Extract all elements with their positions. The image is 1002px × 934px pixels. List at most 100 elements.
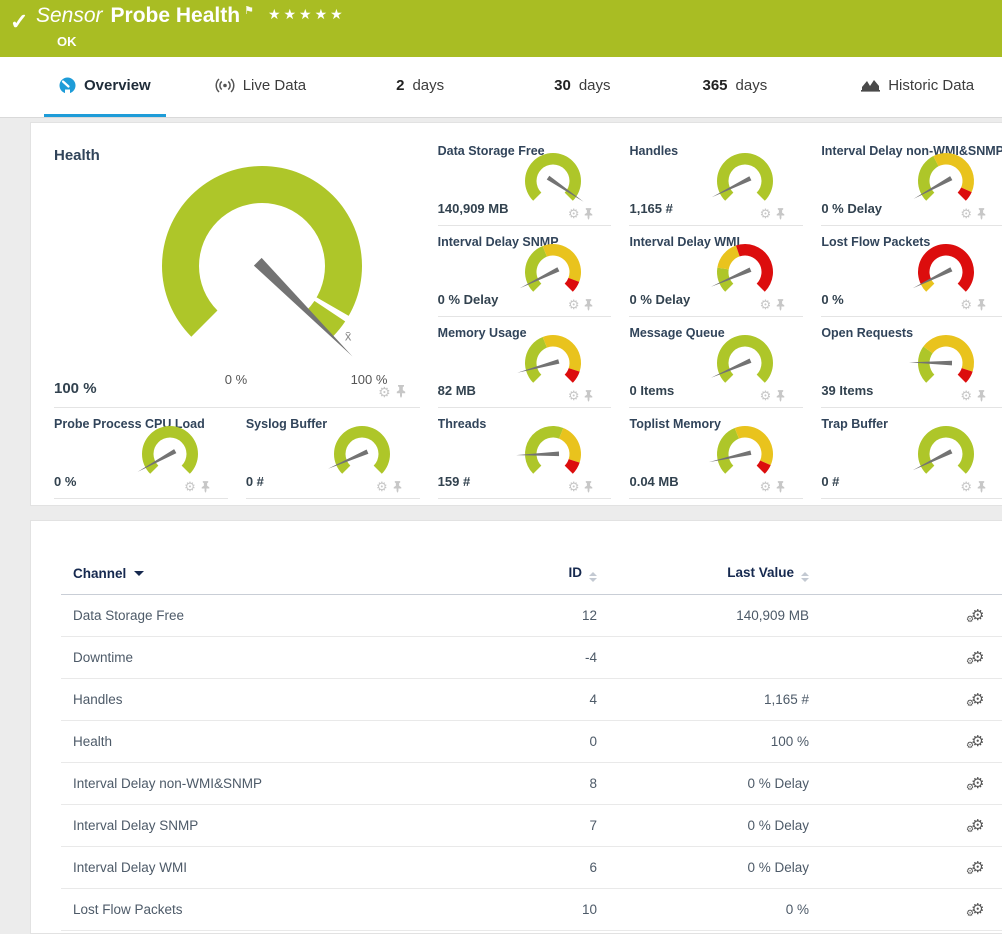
pin-icon[interactable] (977, 481, 986, 493)
cell-last-value: 100 % (597, 721, 809, 763)
gauge-dial (894, 418, 990, 488)
sensor-kind-label: Sensor (36, 4, 103, 27)
gear-icon[interactable]: ⚙ (568, 207, 580, 220)
table-row[interactable]: Interval Delay non-WMI&SNMP80 % Delay⚙⚙ (61, 763, 1002, 805)
gear-icon[interactable]: ⚙ (568, 389, 580, 402)
gauge-toplist-memory[interactable]: Toplist Memory0.04 MB⚙ (629, 408, 803, 499)
gauge-value: 100 % (54, 380, 97, 397)
gear-icon[interactable]: ⚙ (184, 480, 196, 493)
gauge-interval-delay-wmi[interactable]: Interval Delay WMI0 % Delay⚙ (629, 226, 803, 317)
tab-live-data[interactable]: Live Data (200, 57, 321, 117)
channel-settings-icon[interactable]: ⚙⚙ (971, 900, 984, 918)
gauge-open-requests[interactable]: Open Requests39 Items⚙ (821, 317, 1002, 408)
gear-icon[interactable]: ⚙ (760, 207, 772, 220)
sort-icon (801, 572, 809, 582)
gauge-probe-process-cpu-load[interactable]: Probe Process CPU Load0 %⚙ (54, 408, 228, 499)
cell-channel[interactable]: Lost Flow Packets (61, 889, 493, 931)
channel-settings-icon[interactable]: ⚙⚙ (971, 690, 984, 708)
pin-icon[interactable] (584, 390, 593, 402)
column-header-last-value[interactable]: Last Value (597, 555, 809, 595)
table-row[interactable]: Interval Delay SNMP70 % Delay⚙⚙ (61, 805, 1002, 847)
flag-icon[interactable]: ⚑ (244, 5, 254, 17)
cell-channel[interactable]: Interval Delay WMI (61, 847, 493, 889)
gear-icon[interactable]: ⚙ (960, 480, 972, 493)
tab-historic-data[interactable]: Historic Data (846, 57, 989, 117)
cell-channel[interactable]: Interval Delay non-WMI&SNMP (61, 763, 493, 805)
cell-channel[interactable]: Handles (61, 679, 493, 721)
gear-icon[interactable]: ⚙ (960, 389, 972, 402)
gauge-dial (693, 145, 789, 215)
cell-channel[interactable]: Downtime (61, 637, 493, 679)
gear-icon[interactable]: ⚙ (568, 480, 580, 493)
table-row[interactable]: Health0100 %⚙⚙ (61, 721, 1002, 763)
check-icon: ✓ (10, 9, 28, 35)
pin-icon[interactable] (584, 208, 593, 220)
column-header-id[interactable]: ID (493, 555, 597, 595)
gauge-value: 39 Items (821, 383, 873, 398)
cell-actions: ⚙⚙ (809, 595, 1002, 637)
channel-settings-icon[interactable]: ⚙⚙ (971, 858, 984, 876)
pin-icon[interactable] (977, 208, 986, 220)
gauge-message-queue[interactable]: Message Queue0 Items⚙ (629, 317, 803, 408)
pin-icon[interactable] (393, 481, 402, 493)
pin-icon[interactable] (776, 299, 785, 311)
cell-id: 7 (493, 805, 597, 847)
tab-label: Historic Data (888, 77, 974, 94)
table-row[interactable]: Downtime-4⚙⚙ (61, 637, 1002, 679)
gear-icon[interactable]: ⚙ (960, 298, 972, 311)
tab-2-days[interactable]: 2days (381, 57, 459, 117)
table-row[interactable]: Data Storage Free12140,909 MB⚙⚙ (61, 595, 1002, 637)
pin-icon[interactable] (201, 481, 210, 493)
channel-settings-icon[interactable]: ⚙⚙ (971, 732, 984, 750)
cell-actions: ⚙⚙ (809, 763, 1002, 805)
tab-overview[interactable]: Overview (44, 57, 166, 117)
cell-channel[interactable]: Health (61, 721, 493, 763)
cell-channel[interactable]: Interval Delay SNMP (61, 805, 493, 847)
gear-icon[interactable]: ⚙ (378, 385, 391, 399)
gauge-lost-flow-packets[interactable]: Lost Flow Packets0 %⚙ (821, 226, 1002, 317)
star-rating-icon[interactable]: ★★★★★ (268, 6, 346, 22)
gear-icon[interactable]: ⚙ (376, 480, 388, 493)
health-gauge[interactable]: Health x̄ 0 % 100 % 100 % ⚙ (54, 135, 420, 408)
tab-365-days[interactable]: 365days (688, 57, 783, 117)
channel-settings-icon[interactable]: ⚙⚙ (971, 648, 984, 666)
pin-icon[interactable] (776, 208, 785, 220)
gauge-trap-buffer[interactable]: Trap Buffer0 #⚙ (821, 408, 1002, 499)
tab-30-days[interactable]: 30days (539, 57, 625, 117)
channel-settings-icon[interactable]: ⚙⚙ (971, 606, 984, 624)
gear-icon[interactable]: ⚙ (760, 389, 772, 402)
gauge-dial (501, 327, 597, 397)
gauge-syslog-buffer[interactable]: Syslog Buffer0 #⚙ (246, 408, 420, 499)
pin-icon[interactable] (776, 390, 785, 402)
pin-icon[interactable] (584, 299, 593, 311)
gauge-value: 0 % (821, 292, 843, 307)
cell-id: 6 (493, 847, 597, 889)
gauge-handles[interactable]: Handles1,165 #⚙ (629, 135, 803, 226)
health-gauge-dial: x̄ (62, 151, 432, 373)
cell-last-value: 0 % (597, 889, 809, 931)
table-row[interactable]: Handles41,165 #⚙⚙ (61, 679, 1002, 721)
table-row[interactable]: Interval Delay WMI60 % Delay⚙⚙ (61, 847, 1002, 889)
channel-settings-icon[interactable]: ⚙⚙ (971, 816, 984, 834)
pin-icon[interactable] (396, 385, 406, 398)
gear-icon[interactable]: ⚙ (760, 298, 772, 311)
gear-icon[interactable]: ⚙ (960, 207, 972, 220)
cell-channel[interactable]: Data Storage Free (61, 595, 493, 637)
gauge-value: 0 % (54, 474, 76, 489)
pin-icon[interactable] (977, 390, 986, 402)
gear-icon[interactable]: ⚙ (760, 480, 772, 493)
gauge-value: 0 % Delay (438, 292, 499, 307)
gauge-memory-usage[interactable]: Memory Usage82 MB⚙ (438, 317, 612, 408)
gauge-data-storage-free[interactable]: Data Storage Free140,909 MB⚙ (438, 135, 612, 226)
table-row[interactable]: Lost Flow Packets100 %⚙⚙ (61, 889, 1002, 931)
column-header-channel[interactable]: Channel (61, 555, 493, 595)
pin-icon[interactable] (776, 481, 785, 493)
pin-icon[interactable] (977, 299, 986, 311)
gauge-threads[interactable]: Threads159 #⚙ (438, 408, 612, 499)
gear-icon[interactable]: ⚙ (568, 298, 580, 311)
channel-settings-icon[interactable]: ⚙⚙ (971, 774, 984, 792)
pin-icon[interactable] (584, 481, 593, 493)
gauge-interval-delay-non-wmi-snmp[interactable]: Interval Delay non-WMI&SNMP0 % Delay⚙ (821, 135, 1002, 226)
gauge-dial (501, 236, 597, 306)
gauge-interval-delay-snmp[interactable]: Interval Delay SNMP0 % Delay⚙ (438, 226, 612, 317)
